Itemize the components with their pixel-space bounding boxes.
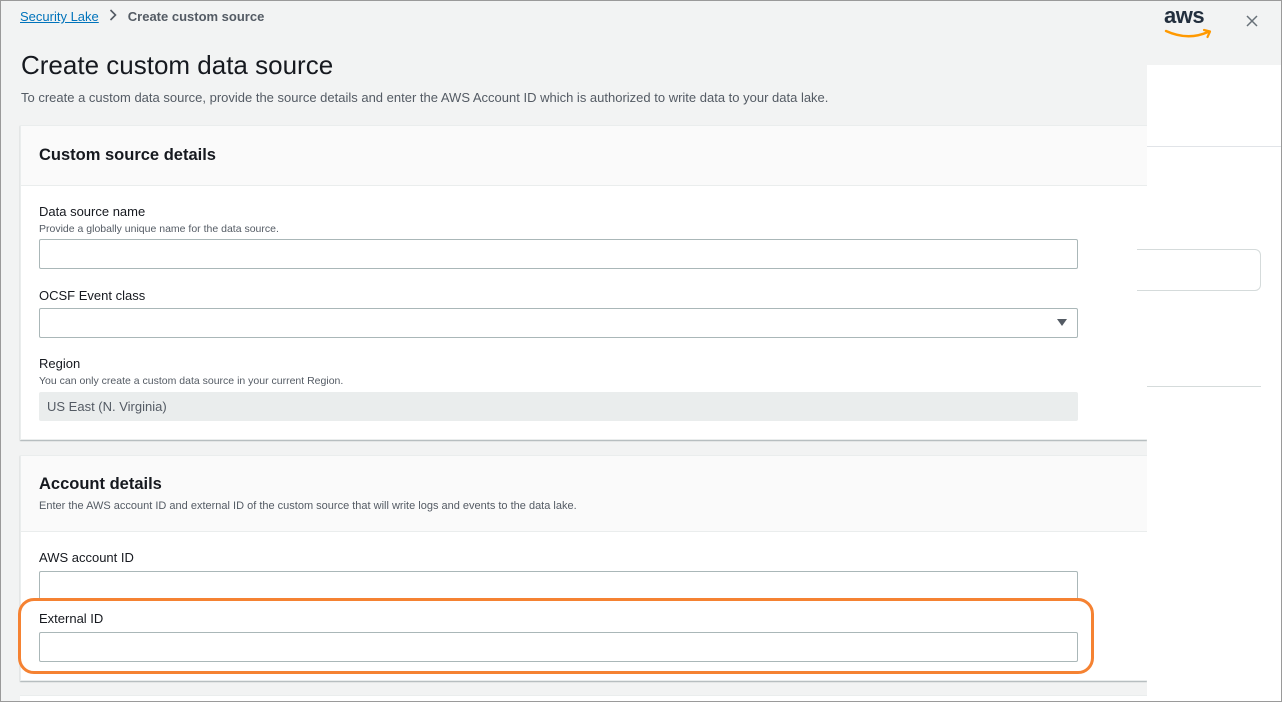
page-description: To create a custom data source, provide … bbox=[21, 90, 829, 105]
account-details-heading: Account details bbox=[39, 475, 162, 493]
aws-logo-text: aws bbox=[1164, 3, 1205, 28]
data-source-name-input[interactable] bbox=[39, 239, 1078, 269]
custom-source-details-panel: Custom source details Data source name P… bbox=[20, 125, 1147, 440]
region-hint: You can only create a custom data source… bbox=[39, 375, 344, 387]
account-details-header: Account details Enter the AWS account ID… bbox=[21, 456, 1147, 532]
app-frame: Security Lake Create custom source Creat… bbox=[0, 0, 1282, 702]
aws-logo: aws bbox=[1164, 5, 1218, 39]
region-readonly-field: US East (N. Virginia) bbox=[39, 392, 1078, 421]
breadcrumb: Security Lake Create custom source bbox=[20, 9, 264, 24]
custom-source-details-header: Custom source details bbox=[21, 126, 1147, 186]
external-id-input[interactable] bbox=[39, 632, 1078, 662]
data-source-name-hint: Provide a globally unique name for the d… bbox=[39, 223, 279, 235]
aws-smile-icon bbox=[1164, 28, 1212, 39]
chevron-right-icon bbox=[109, 9, 117, 24]
aws-account-id-label: AWS account ID bbox=[39, 550, 134, 565]
page-title: Create custom data source bbox=[21, 50, 334, 80]
external-id-label: External ID bbox=[39, 611, 104, 626]
breadcrumb-security-lake-link[interactable]: Security Lake bbox=[20, 9, 99, 24]
caret-down-icon bbox=[1057, 319, 1067, 326]
side-panel-divider bbox=[1147, 146, 1281, 147]
next-panel-edge bbox=[20, 695, 1147, 701]
side-panel-input[interactable] bbox=[1137, 249, 1261, 291]
close-icon[interactable] bbox=[1244, 13, 1260, 29]
region-label: Region bbox=[39, 356, 81, 371]
account-details-panel: Account details Enter the AWS account ID… bbox=[20, 455, 1147, 681]
side-panel-divider-lower bbox=[1147, 386, 1261, 387]
aws-account-id-input[interactable] bbox=[39, 571, 1078, 601]
ocsf-event-class-select[interactable] bbox=[39, 308, 1078, 338]
custom-source-details-heading: Custom source details bbox=[39, 146, 216, 164]
side-panel bbox=[1137, 1, 1281, 701]
ocsf-event-class-label: OCSF Event class bbox=[39, 288, 146, 303]
breadcrumb-current: Create custom source bbox=[127, 9, 265, 24]
data-source-name-label: Data source name bbox=[39, 204, 146, 219]
account-details-description: Enter the AWS account ID and external ID… bbox=[39, 500, 577, 512]
